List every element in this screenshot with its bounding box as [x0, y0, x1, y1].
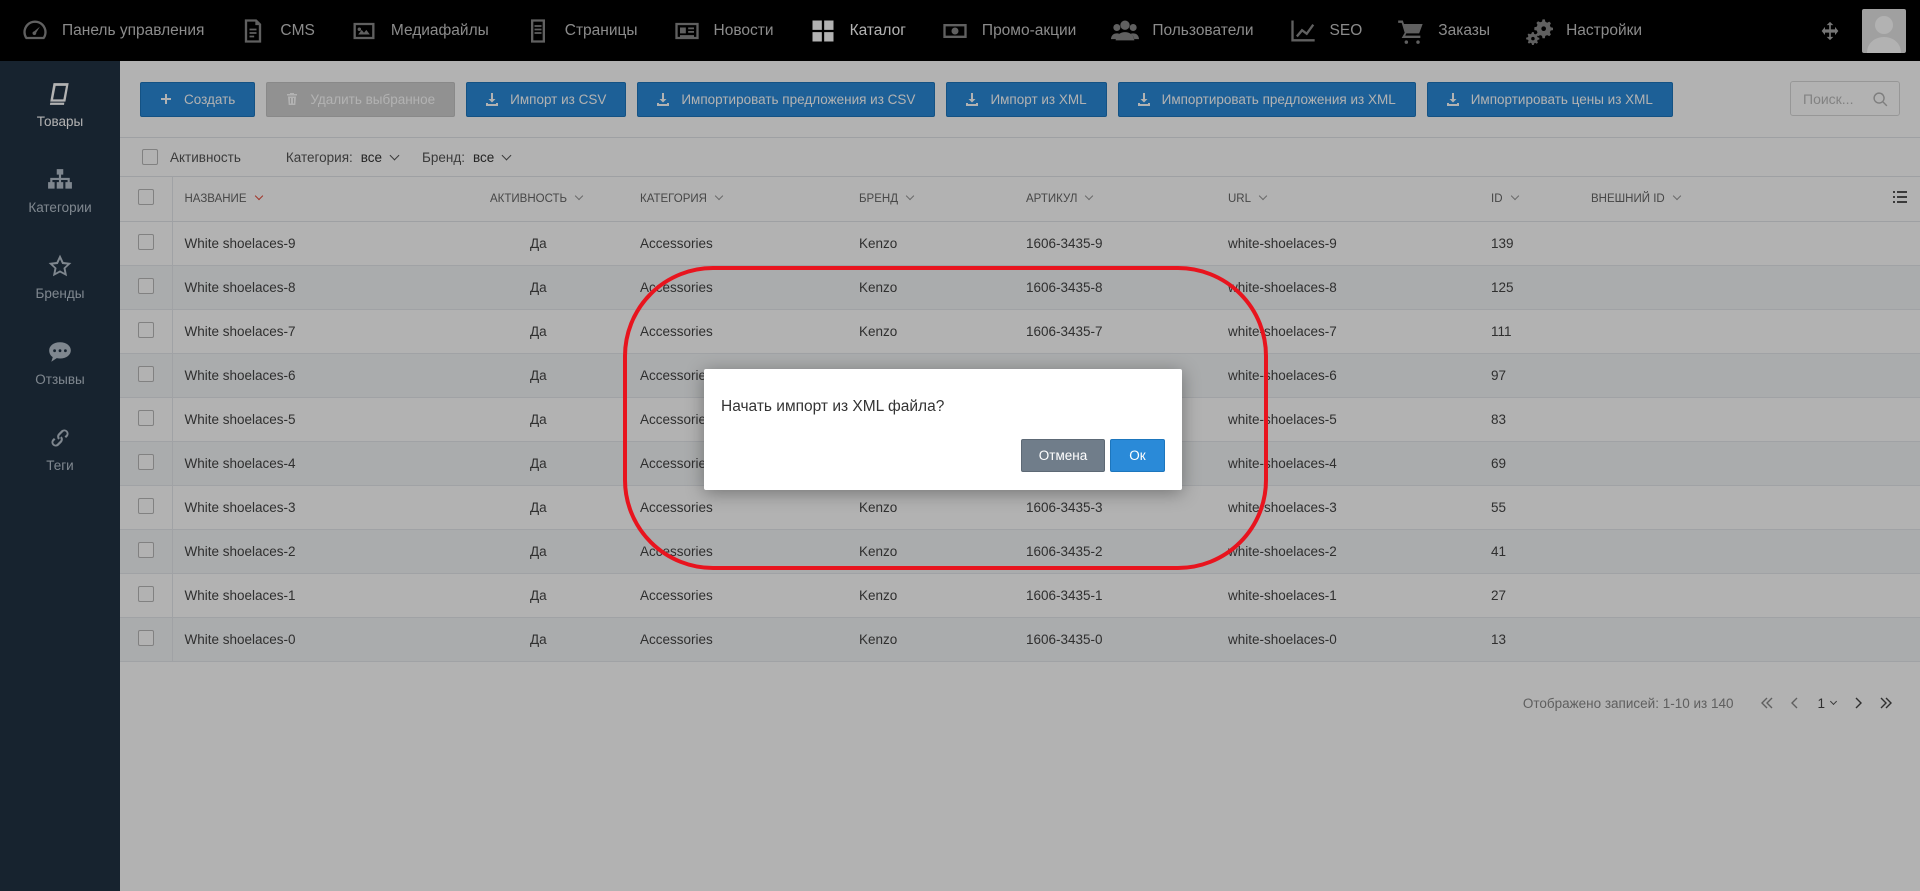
confirm-dialog: Начать импорт из XML файла? Отмена Ок: [704, 369, 1182, 490]
dialog-message: Начать импорт из XML файла?: [721, 398, 945, 415]
ok-button[interactable]: Ок: [1110, 439, 1165, 472]
cancel-button[interactable]: Отмена: [1021, 439, 1105, 472]
